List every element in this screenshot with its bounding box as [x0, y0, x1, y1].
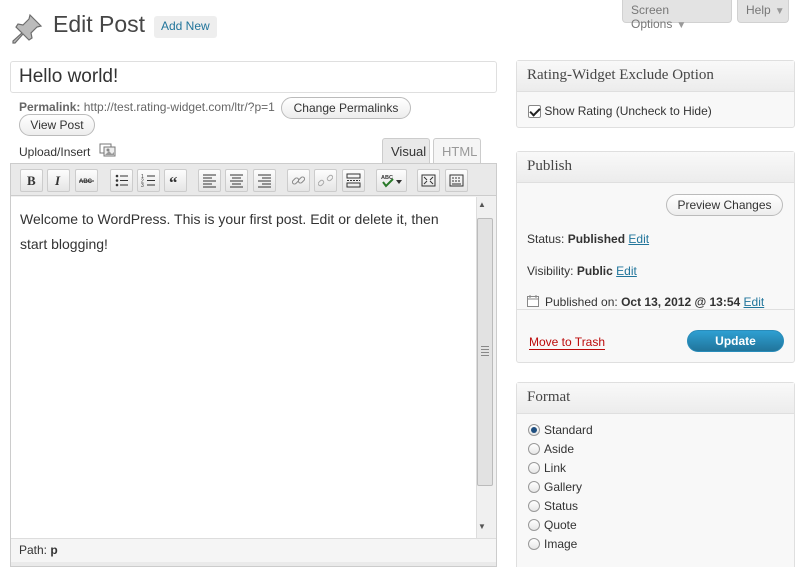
blockquote-icon[interactable]: “ — [164, 169, 187, 192]
grip-icon — [481, 346, 489, 356]
rating-widget-box: Rating-Widget Exclude Option Show Rating… — [516, 60, 795, 128]
radio-button[interactable] — [528, 500, 540, 512]
permalink-url: http://test.rating-widget.com/ltr/?p=1 — [83, 100, 275, 114]
add-new-button[interactable]: Add New — [154, 16, 217, 38]
svg-text:I: I — [54, 173, 61, 188]
svg-text:ABC: ABC — [79, 179, 93, 185]
help-label: Help — [746, 3, 771, 17]
update-button[interactable]: Update — [687, 330, 784, 352]
format-option-link[interactable]: Link — [528, 460, 566, 476]
format-option-label: Aside — [544, 442, 575, 456]
published-on-value: Oct 13, 2012 @ 13:54 — [621, 295, 741, 309]
visibility-edit-link[interactable]: Edit — [616, 264, 637, 278]
status-label: Status: — [527, 232, 565, 246]
tab-visual[interactable]: Visual — [382, 138, 430, 163]
format-option-label: Status — [544, 499, 579, 513]
show-rating-label: Show Rating (Uncheck to Hide) — [544, 104, 712, 118]
bullet-list-icon[interactable] — [110, 169, 133, 192]
divider — [517, 309, 794, 310]
preview-changes-button[interactable]: Preview Changes — [666, 194, 783, 216]
editor-path-bar: Path: p — [11, 538, 496, 562]
unlink-icon[interactable] — [314, 169, 337, 192]
status-edit-link[interactable]: Edit — [628, 232, 649, 246]
editor-toolbar: B I ABC 123 “ ABC — [11, 164, 496, 196]
format-option-standard[interactable]: Standard — [528, 422, 593, 438]
more-tag-icon[interactable] — [342, 169, 365, 192]
scroll-up-icon[interactable]: ▲ — [478, 200, 486, 209]
show-rating-checkbox[interactable] — [528, 105, 541, 119]
visibility-label: Visibility: — [527, 264, 574, 278]
permalink-label: Permalink: — [19, 100, 81, 114]
word-count-bar — [10, 562, 497, 567]
svg-text:“: “ — [169, 173, 178, 188]
spellcheck-icon[interactable]: ABC — [376, 169, 407, 192]
tab-html[interactable]: HTML — [433, 138, 481, 163]
page-title: Edit Post — [53, 11, 146, 37]
rating-widget-title[interactable]: Rating-Widget Exclude Option — [517, 61, 794, 92]
radio-button[interactable] — [528, 481, 540, 493]
chevron-down-icon: ▼ — [774, 6, 785, 17]
status-value: Published — [567, 232, 626, 246]
help-tab[interactable]: Help ▼ — [737, 0, 789, 23]
radio-button[interactable] — [528, 424, 540, 436]
published-on-label: Published on: — [545, 295, 618, 309]
format-option-aside[interactable]: Aside — [528, 441, 574, 457]
path-label: Path: — [19, 543, 48, 557]
calendar-icon — [527, 295, 539, 307]
pushpin-icon — [10, 12, 44, 46]
upload-insert-label: Upload/Insert — [19, 145, 91, 159]
chevron-down-icon: ▼ — [676, 20, 687, 31]
add-media-icon[interactable] — [99, 142, 116, 157]
format-option-image[interactable]: Image — [528, 536, 577, 552]
post-title-input[interactable] — [10, 61, 497, 93]
format-option-label: Standard — [544, 423, 593, 437]
view-post-button[interactable]: View Post — [19, 114, 95, 136]
bold-icon[interactable]: B — [20, 169, 43, 192]
show-rating-row: Show Rating (Uncheck to Hide) — [528, 104, 712, 119]
permalink: Permalink: http://test.rating-widget.com… — [19, 100, 275, 114]
editor-content[interactable]: Welcome to WordPress. This is your first… — [11, 197, 476, 538]
scroll-down-icon[interactable]: ▼ — [478, 522, 486, 531]
svg-text:B: B — [27, 173, 36, 188]
publish-box: Publish Preview Changes Status: Publishe… — [516, 151, 795, 363]
format-option-label: Quote — [544, 518, 577, 532]
format-title[interactable]: Format — [517, 383, 794, 414]
status-row: Status: Published Edit — [527, 232, 649, 246]
kitchen-sink-icon[interactable] — [445, 169, 468, 192]
align-center-icon[interactable] — [225, 169, 248, 192]
format-option-label: Image — [544, 537, 578, 551]
format-option-label: Gallery — [544, 480, 583, 494]
published-on-edit-link[interactable]: Edit — [744, 295, 765, 309]
align-left-icon[interactable] — [198, 169, 221, 192]
visibility-row: Visibility: Public Edit — [527, 264, 637, 278]
radio-button[interactable] — [528, 443, 540, 455]
screen-options-label: Screen Options — [631, 3, 673, 31]
numbered-list-icon[interactable]: 123 — [137, 169, 160, 192]
svg-text:3: 3 — [141, 183, 144, 188]
align-right-icon[interactable] — [253, 169, 276, 192]
radio-button[interactable] — [528, 462, 540, 474]
format-option-gallery[interactable]: Gallery — [528, 479, 582, 495]
move-to-trash-link[interactable]: Move to Trash — [529, 335, 606, 350]
format-option-label: Link — [544, 461, 567, 475]
radio-button[interactable] — [528, 519, 540, 531]
format-box: Format Standard Aside Link Gallery Statu… — [516, 382, 795, 567]
published-on-row: Published on: Oct 13, 2012 @ 13:54 Edit — [527, 295, 764, 309]
radio-button[interactable] — [528, 538, 540, 550]
fullscreen-icon[interactable] — [417, 169, 440, 192]
strikethrough-icon[interactable]: ABC — [75, 169, 98, 192]
italic-icon[interactable]: I — [47, 169, 70, 192]
path-value: p — [50, 543, 58, 557]
change-permalinks-button[interactable]: Change Permalinks — [281, 97, 411, 119]
format-option-quote[interactable]: Quote — [528, 517, 577, 533]
screen-options-tab[interactable]: Screen Options ▼ — [622, 0, 732, 31]
format-option-status[interactable]: Status — [528, 498, 578, 514]
publish-title[interactable]: Publish — [517, 152, 794, 183]
visibility-value: Public — [576, 264, 613, 278]
link-icon[interactable] — [287, 169, 310, 192]
